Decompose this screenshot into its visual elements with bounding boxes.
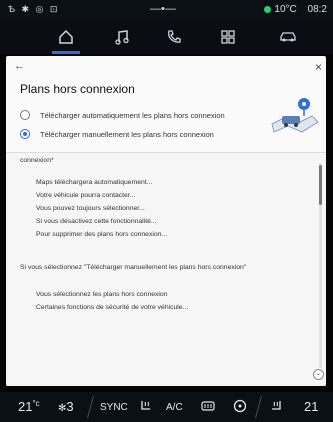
music-icon (115, 30, 129, 45)
right-temperature[interactable]: 21 (304, 399, 318, 414)
tab-apps[interactable] (208, 24, 248, 52)
apps-icon (221, 30, 235, 44)
left-temperature[interactable]: 21°c (18, 399, 40, 414)
option-auto-download[interactable]: Télécharger automatiquement les plans ho… (20, 110, 225, 120)
seat-heat-icon[interactable] (138, 399, 154, 416)
offline-maps-panel: ← × Plans hors connexion Télécharger aut… (6, 56, 326, 386)
option-manual-download[interactable]: Télécharger manuellement les plans hors … (20, 129, 214, 139)
close-button[interactable]: × (315, 60, 322, 74)
option-manual-label: Télécharger manuellement les plans hors … (40, 130, 214, 139)
status-right: 10°C 08:2 (264, 4, 327, 15)
list-item: Certaines fonctions de sécurité de votre… (36, 304, 189, 311)
fan-level-value: 3 (66, 399, 74, 414)
tab-phone[interactable] (154, 24, 194, 52)
list-item: Pour supprimer des plans hors connexion.… (36, 231, 168, 238)
option-auto-label: Télécharger automatiquement les plans ho… (40, 111, 225, 120)
home-icon (59, 29, 73, 44)
divider (255, 396, 262, 418)
left-temp-value: 21 (18, 399, 33, 414)
main-nav (0, 20, 333, 54)
list-item: Si vous désactivez cette fonctionnalité.… (36, 218, 157, 225)
ac-button[interactable]: A/C (166, 402, 183, 413)
left-temp-unit: °c (32, 399, 40, 408)
scrollbar-thumb[interactable] (319, 165, 322, 205)
outside-temperature: 10°C (274, 4, 297, 15)
list-item: Votre véhicule pourra contacter... (36, 192, 136, 199)
content-heading-auto: connexion* (20, 157, 54, 164)
steering-heat-icon[interactable] (232, 399, 248, 416)
radio-manual-download[interactable] (20, 129, 30, 139)
list-item: Maps téléchargera automatiquement... (36, 179, 153, 186)
page-title: Plans hors connexion (20, 82, 135, 96)
climate-bar: 21°c ✻3 SYNC A/C 21 (0, 392, 333, 422)
radio-auto-download[interactable] (20, 110, 30, 120)
back-button[interactable]: ← (14, 60, 25, 72)
tab-music[interactable] (102, 24, 142, 52)
rear-defrost-icon[interactable] (200, 399, 216, 416)
car-icon (280, 32, 296, 42)
content-heading-manual: Si vous sélectionnez "Télécharger manuel… (20, 264, 247, 271)
phone-icon (168, 30, 181, 43)
info-content: connexion* Maps téléchargera automatique… (6, 153, 326, 386)
connection-indicator-icon (264, 6, 272, 13)
sync-button[interactable]: SYNC (100, 402, 128, 413)
clock: 08:2 (307, 4, 327, 15)
fan-speed[interactable]: ✻3 (58, 399, 74, 414)
right-seat-heat-icon[interactable] (268, 399, 284, 416)
tab-home[interactable] (46, 24, 86, 52)
list-item: Vous sélectionnez les plans hors connexi… (36, 291, 168, 298)
page-indicator: —•— (150, 3, 176, 15)
active-tab-indicator (52, 51, 80, 54)
screen: Ѣ ✱ ◎ ⊡ —•— 10°C 08:2 ← × Plans hors con… (0, 0, 333, 422)
status-bar: Ѣ ✱ ◎ ⊡ —•— 10°C 08:2 (0, 0, 333, 20)
tab-vehicle[interactable] (268, 24, 308, 52)
status-icons: Ѣ ✱ ◎ ⊡ (8, 4, 60, 14)
scroll-down-button[interactable]: ⌄ (313, 369, 324, 380)
list-item: Vous pouvez toujours sélectionner... (36, 205, 145, 212)
offline-map-illustration-icon (271, 98, 319, 133)
divider (87, 396, 94, 418)
